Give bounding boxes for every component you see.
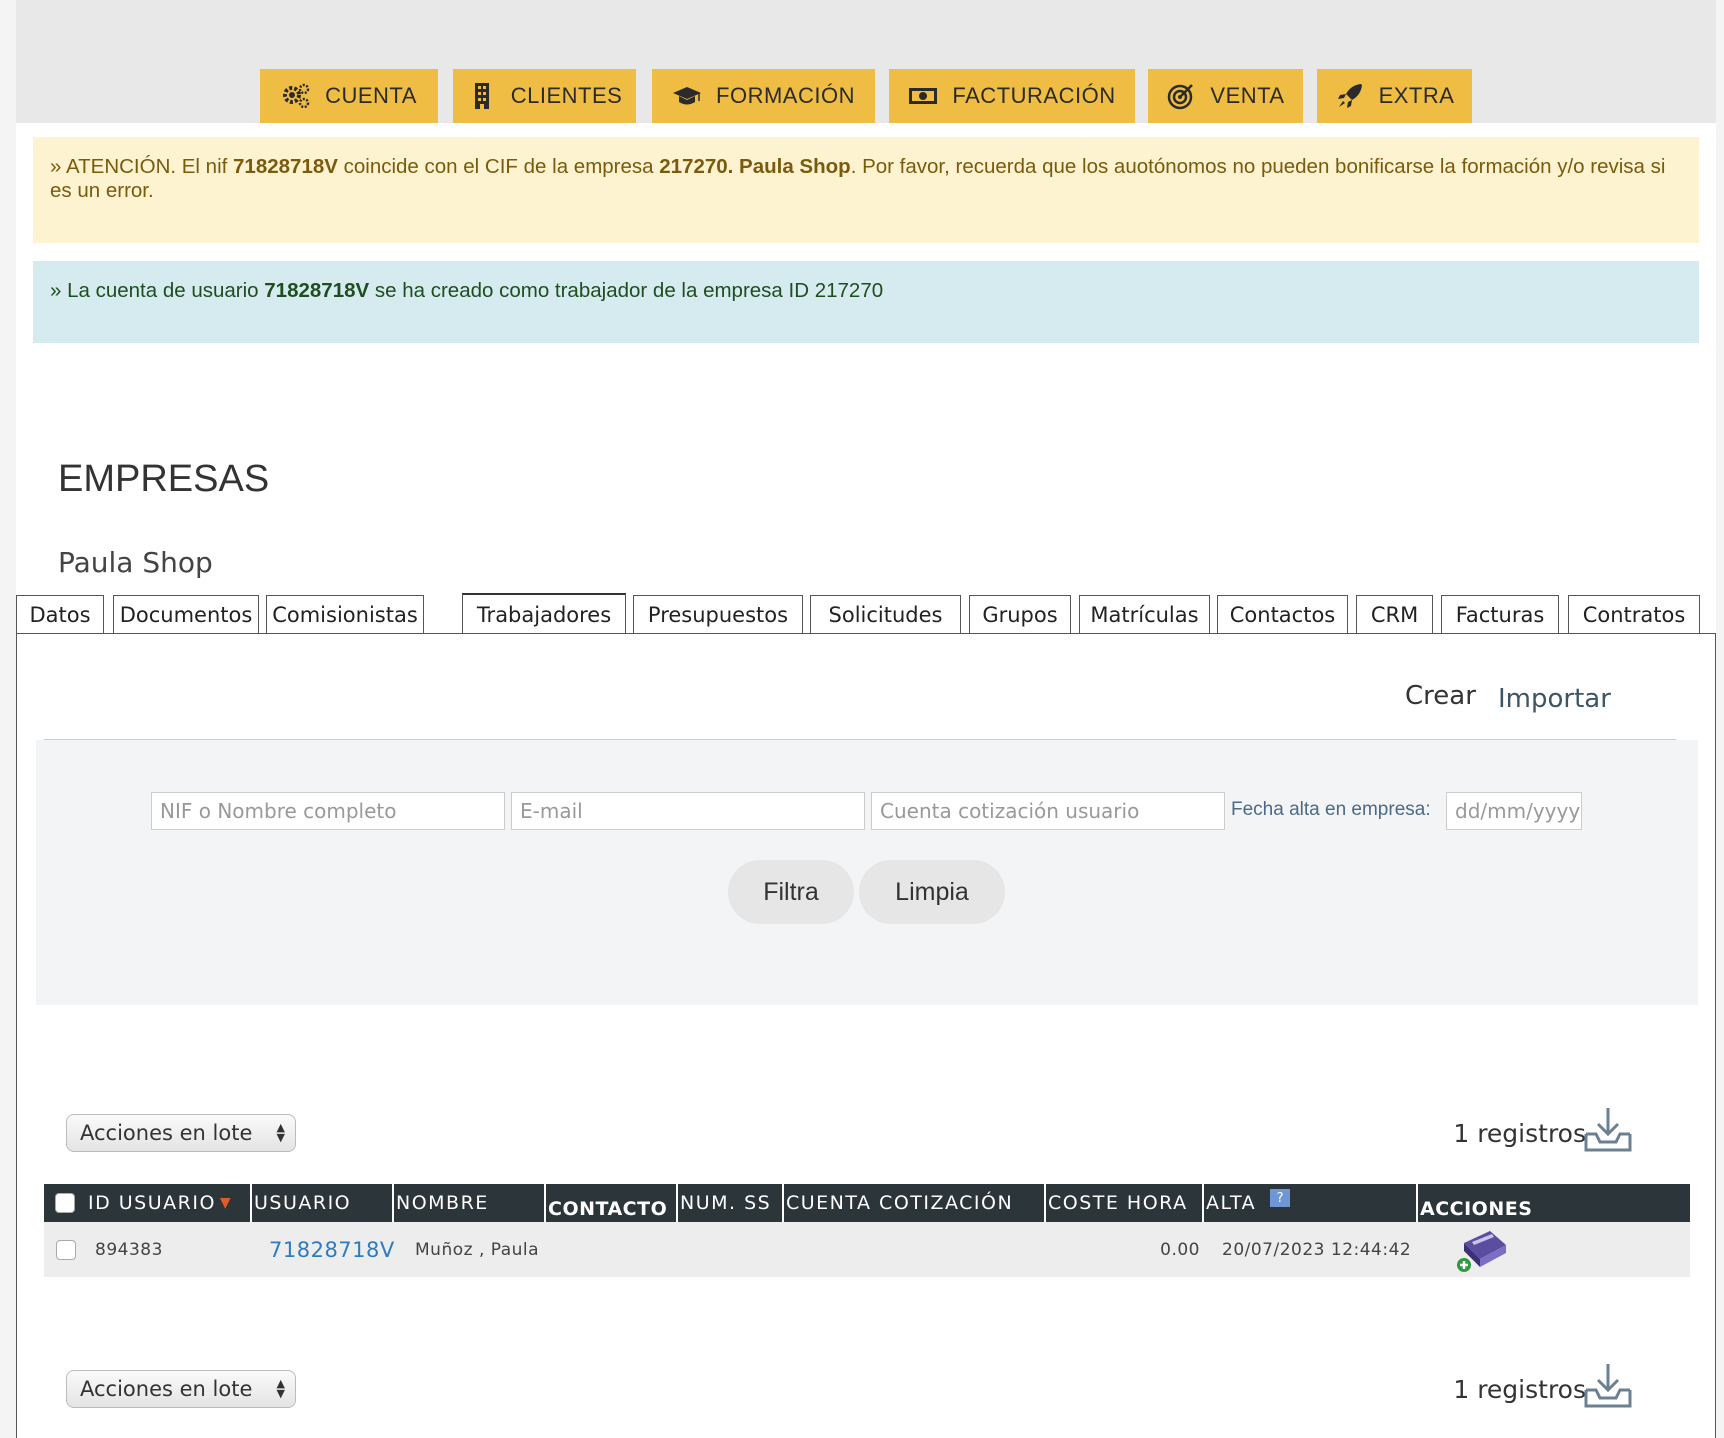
nav-clientes[interactable]: CLIENTES [453, 69, 636, 123]
bulk-actions-select-bottom[interactable]: Acciones en lote ▲ ▼ [66, 1370, 296, 1408]
tab-bar: Datos Documentos Comisionistas Trabajado… [16, 593, 1716, 635]
nav-venta[interactable]: VENTA [1148, 69, 1303, 123]
select-all-header [44, 1184, 86, 1222]
nav-formacion-label: FORMACIÓN [716, 83, 855, 108]
info-suffix: se ha creado como trabajador de la empre… [369, 279, 884, 302]
gears-icon [283, 83, 310, 109]
download-icon-bottom[interactable] [1582, 1360, 1634, 1412]
info-alert: » La cuenta de usuario 71828718V se ha c… [33, 261, 1699, 343]
sort-desc-icon: ▼ [219, 1195, 233, 1211]
help-icon[interactable]: ? [1270, 1189, 1291, 1207]
th-coste-hora[interactable]: COSTE HORA [1044, 1184, 1202, 1222]
th-id-usuario-label: ID USUARIO [88, 1192, 216, 1214]
info-prefix: » La cuenta de usuario [50, 279, 265, 302]
th-usuario[interactable]: USUARIO [250, 1184, 392, 1222]
warning-mid: coincide con el CIF de la empresa [337, 155, 660, 178]
cell-alta: 20/07/2023 12:44:42 [1222, 1239, 1412, 1260]
th-id-usuario[interactable]: ID USUARIO ▼ [86, 1184, 250, 1222]
nav-facturacion[interactable]: FACTURACIÓN [889, 69, 1135, 123]
warning-alert: » ATENCIÓN. El nif 71828718V coincide co… [33, 137, 1699, 243]
download-icon-top[interactable] [1582, 1104, 1634, 1156]
tab-crm[interactable]: CRM [1356, 595, 1433, 633]
th-cuenta-cotizacion[interactable]: CUENTA COTIZACIÓN [782, 1184, 1044, 1222]
fecha-alta-label: Fecha alta en empresa: [1231, 799, 1431, 820]
nav-facturacion-label: FACTURACIÓN [952, 83, 1116, 108]
nif-search-input[interactable]: NIF o Nombre completo [151, 792, 505, 830]
nav-formacion[interactable]: FORMACIÓN [652, 69, 875, 123]
tab-presupuestos[interactable]: Presupuestos [633, 595, 803, 633]
tab-contratos[interactable]: Contratos [1568, 595, 1700, 633]
graduation-cap-icon [673, 87, 702, 105]
th-num-ss[interactable]: NUM. SS [676, 1184, 782, 1222]
cell-id-usuario: 894383 [95, 1239, 163, 1260]
cell-coste-hora: 0.00 [1160, 1239, 1200, 1260]
import-link[interactable]: Importar [1498, 684, 1611, 714]
cell-acciones [1454, 1222, 1510, 1277]
tab-grupos[interactable]: Grupos [969, 595, 1071, 633]
select-arrows-icon: ▲ ▼ [276, 1377, 285, 1400]
bulk-actions-label-top: Acciones en lote [80, 1121, 253, 1145]
cell-usuario-link[interactable]: 71828718V [269, 1222, 395, 1277]
tab-matriculas[interactable]: Matrículas [1079, 595, 1210, 633]
cell-nombre: Muñoz , Paula [415, 1239, 540, 1260]
nav-cuenta-label: CUENTA [325, 83, 417, 108]
records-count-top: 1 registros [1453, 1119, 1586, 1148]
rocket-icon [1337, 84, 1362, 108]
nav-clientes-label: CLIENTES [510, 83, 623, 108]
row-checkbox[interactable] [56, 1239, 76, 1260]
table-header: ID USUARIO ▼ USUARIO NOMBRE CONTACTO NUM… [44, 1184, 1690, 1222]
target-icon [1168, 84, 1194, 110]
row-checkbox-cell [56, 1222, 76, 1277]
tab-comisionistas[interactable]: Comisionistas [266, 595, 424, 633]
warning-company: 217270. Paula Shop [659, 155, 851, 178]
nav-cuenta[interactable]: CUENTA [260, 69, 438, 123]
tab-solicitudes[interactable]: Solicitudes [810, 595, 961, 633]
create-link[interactable]: Crear [1405, 681, 1476, 711]
th-alta[interactable]: ALTA ? [1202, 1184, 1416, 1222]
nav-venta-label: VENTA [1210, 83, 1285, 108]
warning-nif: 71828718V [233, 155, 338, 178]
tab-trabajadores[interactable]: Trabajadores [462, 593, 626, 635]
records-count-bottom: 1 registros [1453, 1375, 1586, 1404]
money-icon [909, 88, 938, 104]
fecha-alta-input[interactable]: dd/mm/yyyy [1446, 792, 1582, 830]
th-acciones: ACCIONES [1416, 1184, 1690, 1222]
table-row: 894383 71828718V Muñoz , Paula 0.00 20/0… [44, 1222, 1690, 1277]
tab-contactos[interactable]: Contactos [1217, 595, 1348, 633]
building-icon [474, 83, 489, 109]
tab-facturas[interactable]: Facturas [1441, 595, 1559, 633]
bulk-actions-label-bottom: Acciones en lote [80, 1377, 253, 1401]
th-contacto: CONTACTO [544, 1184, 676, 1222]
warning-prefix: » ATENCIÓN. El nif [50, 155, 234, 178]
th-nombre[interactable]: NOMBRE [392, 1184, 544, 1222]
right-margin [1716, 0, 1724, 1438]
nav-extra[interactable]: EXTRA [1317, 69, 1472, 123]
select-arrows-icon: ▲ ▼ [276, 1121, 285, 1144]
main-nav: CUENTA CLIENTES FORMACIÓN FACTURACIÓN VE… [0, 69, 1724, 123]
th-alta-label: ALTA [1206, 1192, 1257, 1214]
nav-extra-label: EXTRA [1378, 83, 1455, 108]
left-margin [0, 0, 16, 1438]
select-all-checkbox[interactable] [55, 1193, 75, 1213]
page-content: » ATENCIÓN. El nif 71828718V coincide co… [16, 123, 1716, 1438]
add-to-group-icon[interactable] [1454, 1225, 1510, 1275]
tab-documentos[interactable]: Documentos [113, 595, 259, 633]
email-input[interactable]: E-mail [511, 792, 865, 830]
company-name: Paula Shop [58, 546, 213, 579]
info-user: 71828718V [264, 279, 370, 302]
clear-button[interactable]: Limpia [859, 860, 1005, 924]
cuenta-cotizacion-input[interactable]: Cuenta cotización usuario [871, 792, 1225, 830]
page-title: EMPRESAS [58, 458, 270, 500]
bulk-actions-select-top[interactable]: Acciones en lote ▲ ▼ [66, 1114, 296, 1152]
filter-button[interactable]: Filtra [728, 860, 854, 924]
tab-datos[interactable]: Datos [16, 595, 104, 633]
